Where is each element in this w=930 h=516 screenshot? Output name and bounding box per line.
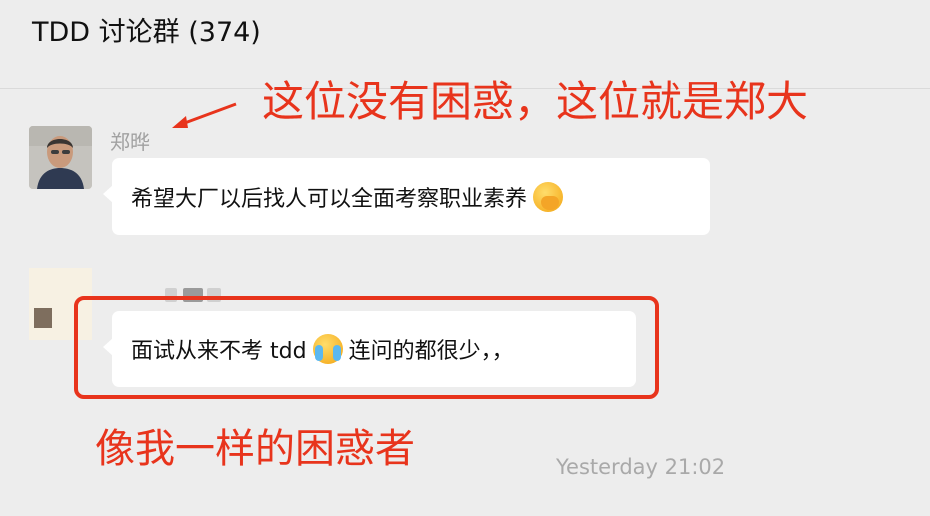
annotation-arrow-icon xyxy=(172,102,237,128)
message-text: 希望大厂以后找人可以全面考察职业素养 xyxy=(131,186,528,212)
annotation-bottom: 像我一样的困惑者 xyxy=(95,426,415,472)
chat-title: TDD 讨论群 (374) xyxy=(32,17,261,48)
avatar[interactable] xyxy=(29,126,92,189)
pixelated-avatar-icon xyxy=(34,308,52,328)
highlight-box xyxy=(74,296,659,399)
annotation-top: 这位没有困惑，这位就是郑大 xyxy=(262,77,809,126)
hand-over-mouth-emoji-icon xyxy=(533,181,564,212)
message-timestamp: Yesterday 21:02 xyxy=(556,455,726,479)
chat-window: TDD 讨论群 (374) 这位没有困惑，这位就是郑大 郑晔 希望大厂以后找人可… xyxy=(0,0,930,516)
message-bubble[interactable]: 希望大厂以后找人可以全面考察职业素养 xyxy=(103,158,710,235)
sender-name: 郑晔 xyxy=(110,130,150,154)
person-photo-icon xyxy=(29,126,92,189)
